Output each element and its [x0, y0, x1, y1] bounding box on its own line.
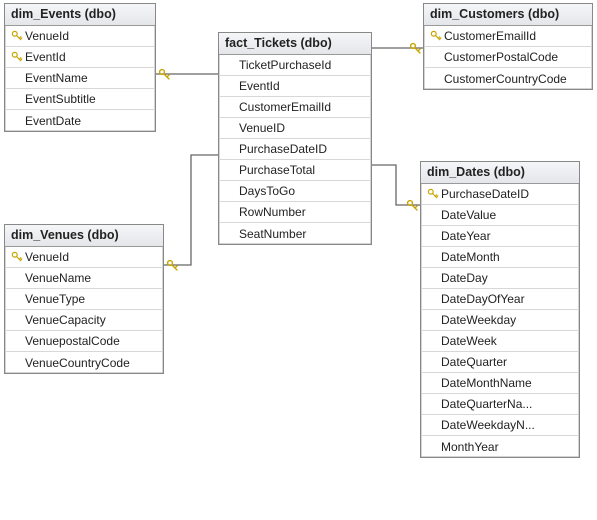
- column-row[interactable]: DateYear: [421, 226, 579, 247]
- column-row[interactable]: CustomerPostalCode: [424, 47, 592, 68]
- column-row[interactable]: CustomerEmailId: [424, 26, 592, 47]
- column-row[interactable]: VenueType: [5, 289, 163, 310]
- column-name: VenueType: [25, 292, 157, 306]
- table-header[interactable]: dim_Dates (dbo): [421, 162, 579, 184]
- column-row[interactable]: MonthYear: [421, 436, 579, 457]
- column-name: CustomerEmailId: [444, 29, 586, 43]
- column-name: VenuepostalCode: [25, 334, 157, 348]
- column-row[interactable]: DaysToGo: [219, 181, 371, 202]
- column-name: EventSubtitle: [25, 92, 149, 106]
- column-name: PurchaseTotal: [239, 163, 365, 177]
- primary-key-icon: [428, 30, 444, 42]
- table-customers[interactable]: dim_Customers (dbo) CustomerEmailId Custom…: [423, 3, 593, 90]
- column-row[interactable]: EventId: [219, 76, 371, 97]
- column-name: DateMonthName: [441, 376, 573, 390]
- column-row[interactable]: DateWeekday: [421, 310, 579, 331]
- column-name: DateDay: [441, 271, 573, 285]
- primary-key-icon: [9, 51, 25, 63]
- column-name: PurchaseDateID: [239, 142, 365, 156]
- primary-key-icon: [430, 30, 442, 42]
- primary-key-icon: [9, 251, 25, 263]
- column-name: MonthYear: [441, 440, 573, 454]
- column-row[interactable]: VenuepostalCode: [5, 331, 163, 352]
- table-header[interactable]: fact_Tickets (dbo): [219, 33, 371, 55]
- column-name: EventId: [239, 79, 365, 93]
- column-name: VenueID: [239, 121, 365, 135]
- column-row[interactable]: VenueId: [5, 26, 155, 47]
- column-name: DateWeekday: [441, 313, 573, 327]
- column-row[interactable]: DateMonthName: [421, 373, 579, 394]
- column-row[interactable]: SeatNumber: [219, 223, 371, 244]
- column-row[interactable]: DateDay: [421, 268, 579, 289]
- table-header[interactable]: dim_Events (dbo): [5, 4, 155, 26]
- column-name: DateDayOfYear: [441, 292, 573, 306]
- relationship-line: [372, 165, 420, 205]
- column-name: DaysToGo: [239, 184, 365, 198]
- column-name: DateWeek: [441, 334, 573, 348]
- column-name: DateWeekdayN...: [441, 418, 573, 432]
- column-name: VenueId: [25, 250, 157, 264]
- primary-key-icon: [9, 30, 25, 42]
- column-row[interactable]: DateMonth: [421, 247, 579, 268]
- column-row[interactable]: DateDayOfYear: [421, 289, 579, 310]
- primary-key-icon: [427, 188, 439, 200]
- column-row[interactable]: DateWeek: [421, 331, 579, 352]
- column-name: DateValue: [441, 208, 573, 222]
- column-name: DateQuarterNa...: [441, 397, 573, 411]
- primary-key-icon: [425, 188, 441, 200]
- column-row[interactable]: PurchaseTotal: [219, 160, 371, 181]
- column-name: VenueCountryCode: [25, 356, 157, 370]
- column-name: DateMonth: [441, 250, 573, 264]
- column-row[interactable]: EventId: [5, 47, 155, 68]
- table-header[interactable]: dim_Venues (dbo): [5, 225, 163, 247]
- table-header[interactable]: dim_Customers (dbo): [424, 4, 592, 26]
- column-row[interactable]: VenueCapacity: [5, 310, 163, 331]
- column-row[interactable]: VenueId: [5, 247, 163, 268]
- column-row[interactable]: CustomerEmailId: [219, 97, 371, 118]
- column-name: EventId: [25, 50, 149, 64]
- column-name: RowNumber: [239, 205, 365, 219]
- column-row[interactable]: EventSubtitle: [5, 89, 155, 110]
- table-events[interactable]: dim_Events (dbo) VenueId EventId EventName E…: [4, 3, 156, 132]
- column-row[interactable]: VenueName: [5, 268, 163, 289]
- column-name: SeatNumber: [239, 227, 365, 241]
- column-row[interactable]: DateWeekdayN...: [421, 415, 579, 436]
- primary-key-icon: [11, 251, 23, 263]
- column-row[interactable]: DateQuarter: [421, 352, 579, 373]
- column-name: VenueId: [25, 29, 149, 43]
- column-row[interactable]: EventName: [5, 68, 155, 89]
- column-row[interactable]: PurchaseDateID: [219, 139, 371, 160]
- table-venues[interactable]: dim_Venues (dbo) VenueId VenueName VenueTyp…: [4, 224, 164, 374]
- column-row[interactable]: VenueID: [219, 118, 371, 139]
- column-row[interactable]: DateQuarterNa...: [421, 394, 579, 415]
- column-name: DateQuarter: [441, 355, 573, 369]
- column-row[interactable]: VenueCountryCode: [5, 352, 163, 373]
- column-name: CustomerPostalCode: [444, 50, 586, 64]
- column-name: TicketPurchaseId: [239, 58, 365, 72]
- column-row[interactable]: CustomerCountryCode: [424, 68, 592, 89]
- column-name: PurchaseDateID: [441, 187, 573, 201]
- relationship-line: [164, 155, 218, 265]
- column-row[interactable]: EventDate: [5, 110, 155, 131]
- primary-key-icon: [11, 30, 23, 42]
- column-row[interactable]: DateValue: [421, 205, 579, 226]
- column-name: EventName: [25, 71, 149, 85]
- column-name: CustomerCountryCode: [444, 72, 586, 86]
- column-row[interactable]: PurchaseDateID: [421, 184, 579, 205]
- column-name: CustomerEmailId: [239, 100, 365, 114]
- column-row[interactable]: RowNumber: [219, 202, 371, 223]
- column-name: EventDate: [25, 114, 149, 128]
- column-row[interactable]: TicketPurchaseId: [219, 55, 371, 76]
- column-name: DateYear: [441, 229, 573, 243]
- column-name: VenueName: [25, 271, 157, 285]
- table-tickets[interactable]: fact_Tickets (dbo) TicketPurchaseId EventI…: [218, 32, 372, 245]
- primary-key-icon: [11, 51, 23, 63]
- column-name: VenueCapacity: [25, 313, 157, 327]
- table-dates[interactable]: dim_Dates (dbo) PurchaseDateID DateValue Da…: [420, 161, 580, 458]
